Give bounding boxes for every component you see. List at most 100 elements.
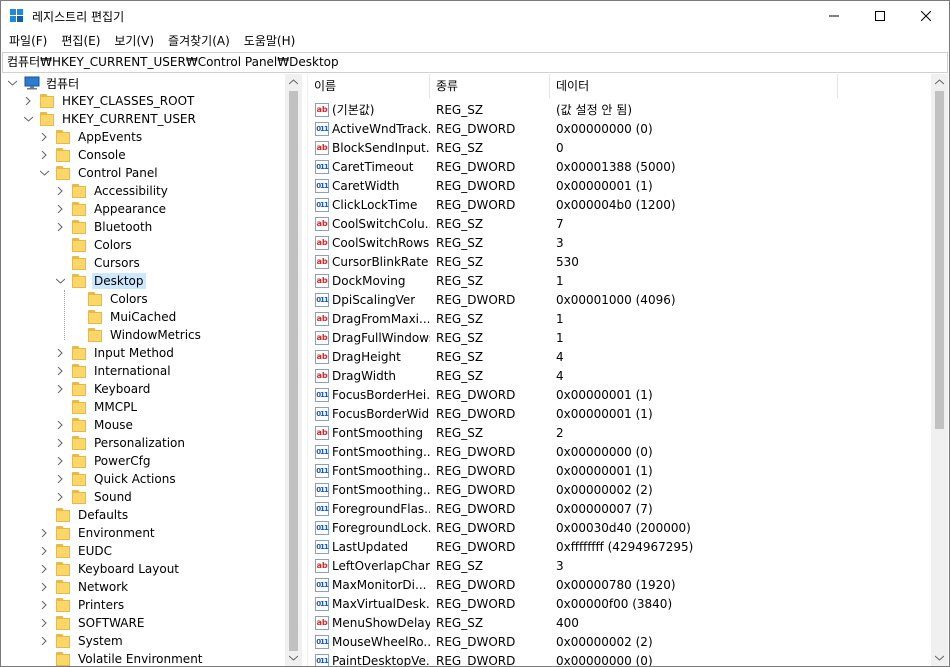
- chevron-down-icon[interactable]: [54, 275, 66, 287]
- menu-file[interactable]: 파일(F): [1, 31, 53, 51]
- scroll-up-arrow-icon[interactable]: [931, 74, 948, 90]
- value-row[interactable]: 011 LastUpdated REG_DWORD 0xffffffff (42949…: [308, 537, 830, 556]
- chevron-down-icon[interactable]: [6, 77, 18, 89]
- value-row[interactable]: 011 FocusBorderWid... REG_DWORD 0x00000001 …: [308, 404, 830, 423]
- value-row[interactable]: 011 FontSmoothing... REG_DWORD 0x00000001 (…: [308, 461, 830, 480]
- value-row[interactable]: 011 MouseWheelRo... REG_DWORD 0x00000002 (2…: [308, 632, 830, 651]
- value-row[interactable]: ab BlockSendInput... REG_SZ 0: [308, 138, 830, 157]
- tree-scrollbar[interactable]: [285, 74, 302, 666]
- minimize-button[interactable]: [811, 1, 857, 31]
- address-bar[interactable]: 컴퓨터₩HKEY_CURRENT_USER₩Control Panel₩Desk…: [2, 52, 948, 73]
- menu-edit[interactable]: 편집(E): [53, 31, 106, 51]
- tree-node-personalization[interactable]: Personalization: [54, 434, 187, 452]
- value-row[interactable]: ab MenuShowDelay REG_SZ 400: [308, 613, 830, 632]
- chevron-right-icon[interactable]: [54, 419, 66, 431]
- value-row[interactable]: 011 ForegroundLock... REG_DWORD 0x00030d40 …: [308, 518, 830, 537]
- tree-node-volatile-environment[interactable]: Volatile Environment: [38, 650, 205, 666]
- tree-node-bluetooth[interactable]: Bluetooth: [54, 218, 154, 236]
- tree-node-accessibility[interactable]: Accessibility: [54, 182, 170, 200]
- value-row[interactable]: 011 FontSmoothing... REG_DWORD 0x00000002 (…: [308, 480, 830, 499]
- chevron-right-icon[interactable]: [38, 527, 50, 539]
- menu-favorites[interactable]: 즐겨찾기(A): [160, 31, 236, 51]
- value-row[interactable]: ab FontSmoothing REG_SZ 2: [308, 423, 830, 442]
- tree-node-appevents[interactable]: AppEvents: [38, 128, 144, 146]
- value-row[interactable]: 011 DpiScalingVer REG_DWORD 0x00001000 (409…: [308, 290, 830, 309]
- chevron-down-icon[interactable]: [22, 113, 34, 125]
- scroll-down-arrow-icon[interactable]: [285, 650, 302, 666]
- tree-node-cursors[interactable]: Cursors: [54, 254, 142, 272]
- close-button[interactable]: [903, 1, 949, 31]
- tree-node-sound[interactable]: Sound: [54, 488, 134, 506]
- tree-node-desktop-muicached[interactable]: MuiCached: [70, 308, 178, 326]
- scroll-down-arrow-icon[interactable]: [931, 650, 948, 666]
- value-row[interactable]: ab DragFullWindows REG_SZ 1: [308, 328, 830, 347]
- tree-node-keyboard-layout[interactable]: Keyboard Layout: [38, 560, 181, 578]
- tree-node-desktop-colors[interactable]: Colors: [70, 290, 150, 308]
- tree-node-software[interactable]: SOFTWARE: [38, 614, 146, 632]
- tree-node-keyboard[interactable]: Keyboard: [54, 380, 152, 398]
- value-row[interactable]: 011 CaretTimeout REG_DWORD 0x00001388 (5000…: [308, 157, 830, 176]
- column-header-name[interactable]: 이름: [308, 74, 430, 98]
- column-header-data[interactable]: 데이터: [550, 74, 838, 98]
- chevron-right-icon[interactable]: [54, 221, 66, 233]
- menu-view[interactable]: 보기(V): [106, 31, 160, 51]
- tree-node-international[interactable]: International: [54, 362, 173, 380]
- chevron-right-icon[interactable]: [22, 95, 34, 107]
- tree-node-desktop-windowmetrics[interactable]: WindowMetrics: [70, 326, 203, 344]
- chevron-right-icon[interactable]: [38, 599, 50, 611]
- value-row[interactable]: 011 ClickLockTime REG_DWORD 0x000004b0 (120…: [308, 195, 830, 214]
- chevron-right-icon[interactable]: [38, 635, 50, 647]
- value-row[interactable]: 011 FontSmoothing... REG_DWORD 0x00000000 (…: [308, 442, 830, 461]
- chevron-right-icon[interactable]: [54, 365, 66, 377]
- chevron-right-icon[interactable]: [54, 437, 66, 449]
- chevron-right-icon[interactable]: [54, 185, 66, 197]
- value-row[interactable]: 011 FocusBorderHei... REG_DWORD 0x00000001 …: [308, 385, 830, 404]
- tree-node-defaults[interactable]: Defaults: [38, 506, 130, 524]
- title-bar[interactable]: 레지스트리 편집기: [1, 1, 949, 31]
- tree-node-eudc[interactable]: EUDC: [38, 542, 114, 560]
- tree-node-network[interactable]: Network: [38, 578, 130, 596]
- chevron-right-icon[interactable]: [54, 491, 66, 503]
- key-tree-pane[interactable]: 컴퓨터 HKEY_CLASSES_ROOT HKEY_CURRENT_USER App…: [2, 74, 302, 666]
- value-row[interactable]: 011 MaxMonitorDi... REG_DWORD 0x00000780 (1…: [308, 575, 830, 594]
- value-row[interactable]: ab CoolSwitchRows REG_SZ 3: [308, 233, 830, 252]
- chevron-right-icon[interactable]: [38, 545, 50, 557]
- value-row[interactable]: ab DockMoving REG_SZ 1: [308, 271, 830, 290]
- value-row[interactable]: ab LeftOverlapChars REG_SZ 3: [308, 556, 830, 575]
- value-row[interactable]: ab (기본값) REG_SZ (값 설정 안 됨): [308, 100, 830, 119]
- tree-node-quick-actions[interactable]: Quick Actions: [54, 470, 178, 488]
- value-row[interactable]: ab DragFromMaxi... REG_SZ 1: [308, 309, 830, 328]
- chevron-right-icon[interactable]: [38, 563, 50, 575]
- value-row[interactable]: ab CursorBlinkRate REG_SZ 530: [308, 252, 830, 271]
- tree-node-printers[interactable]: Printers: [38, 596, 126, 614]
- tree-node-control-panel[interactable]: Control Panel: [38, 164, 160, 182]
- tree-node-mouse[interactable]: Mouse: [54, 416, 135, 434]
- chevron-right-icon[interactable]: [38, 617, 50, 629]
- tree-node-console[interactable]: Console: [38, 146, 128, 164]
- chevron-right-icon[interactable]: [54, 203, 66, 215]
- tree-node-environment[interactable]: Environment: [38, 524, 157, 542]
- values-scroll-thumb[interactable]: [935, 91, 944, 429]
- scroll-up-arrow-icon[interactable]: [285, 74, 302, 90]
- chevron-right-icon[interactable]: [54, 347, 66, 359]
- tree-node-desktop[interactable]: Desktop: [54, 272, 146, 290]
- tree-node-colors[interactable]: Colors: [54, 236, 134, 254]
- chevron-right-icon[interactable]: [38, 131, 50, 143]
- value-row[interactable]: 011 PaintDesktopVe... REG_DWORD 0x00000000 …: [308, 651, 830, 666]
- value-row[interactable]: 011 ActiveWndTrack... REG_DWORD 0x00000000 …: [308, 119, 830, 138]
- tree-node-mmcpl[interactable]: MMCPL: [54, 398, 139, 416]
- chevron-right-icon[interactable]: [38, 581, 50, 593]
- tree-node-computer[interactable]: 컴퓨터: [6, 74, 81, 92]
- tree-node-hkey-classes-root[interactable]: HKEY_CLASSES_ROOT: [22, 92, 196, 110]
- values-scrollbar[interactable]: [931, 74, 948, 666]
- values-list-pane[interactable]: 이름 종류 데이터 ab (기본값) REG_SZ (값 설정 안 됨) 011 Acti…: [307, 74, 949, 666]
- column-header-type[interactable]: 종류: [430, 74, 550, 98]
- tree-node-appearance[interactable]: Appearance: [54, 200, 168, 218]
- value-row[interactable]: 011 MaxVirtualDesk... REG_DWORD 0x00000f00 …: [308, 594, 830, 613]
- value-row[interactable]: ab DragHeight REG_SZ 4: [308, 347, 830, 366]
- chevron-right-icon[interactable]: [38, 149, 50, 161]
- tree-node-hkey-current-user[interactable]: HKEY_CURRENT_USER: [22, 110, 198, 128]
- chevron-right-icon[interactable]: [54, 473, 66, 485]
- tree-node-input-method[interactable]: Input Method: [54, 344, 176, 362]
- tree-node-system[interactable]: System: [38, 632, 125, 650]
